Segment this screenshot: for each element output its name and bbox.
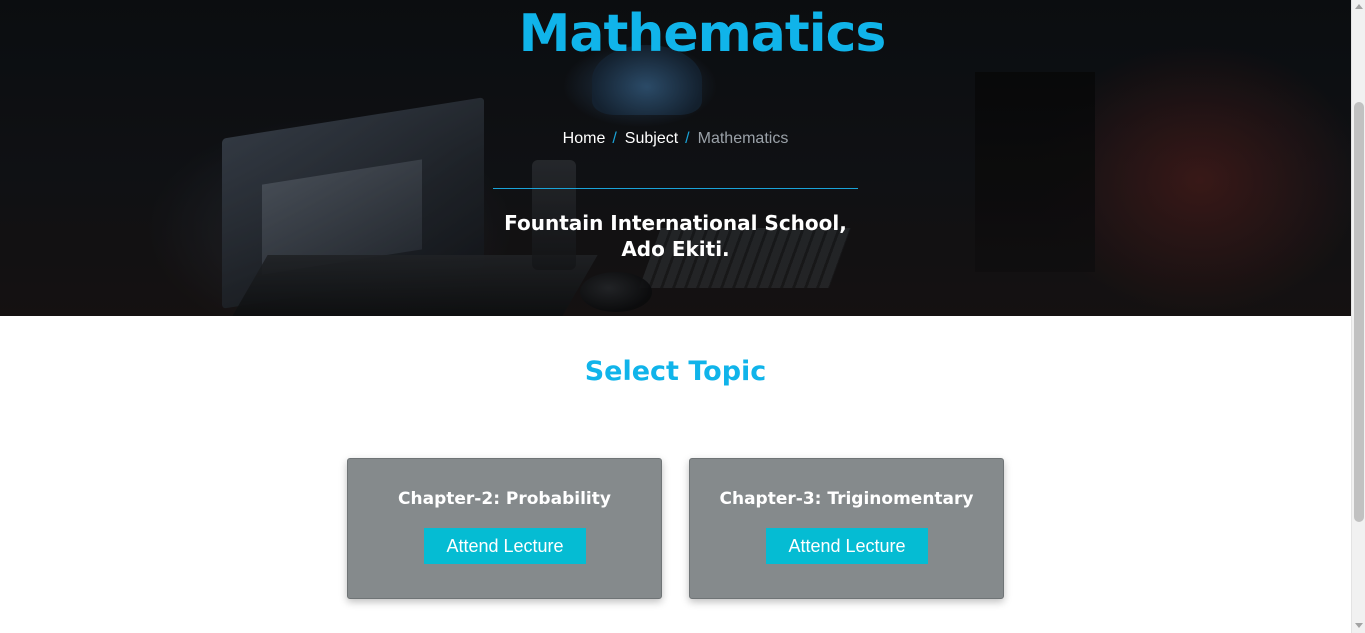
breadcrumb-home-link[interactable]: Home [563,130,606,147]
hero-divider [493,188,858,189]
school-name: Fountain International School, Ado Ekiti… [0,210,1351,262]
topic-card-title: Chapter-2: Probability [398,489,611,509]
topic-card: Chapter-2: Probability Attend Lecture [347,458,662,599]
breadcrumb-separator: / [612,130,617,147]
topic-card: Chapter-3: Triginomentary Attend Lecture [689,458,1004,599]
breadcrumb-separator: / [685,130,690,147]
attend-lecture-button[interactable]: Attend Lecture [424,528,586,564]
breadcrumb: Home / Subject / Mathematics [0,130,1351,148]
breadcrumb-subject-link[interactable]: Subject [625,130,678,147]
breadcrumb-current: Mathematics [697,130,789,147]
scroll-down-arrow-icon[interactable] [1355,623,1363,628]
page: Mathematics Home / Subject / Mathematics Fou… [0,0,1351,633]
school-name-line-1: Fountain International School, [504,211,847,235]
attend-lecture-button[interactable]: Attend Lecture [766,528,928,564]
vertical-scrollbar[interactable] [1351,0,1365,633]
school-name-line-2: Ado Ekiti. [621,237,730,261]
scrollbar-thumb[interactable] [1354,102,1364,522]
section-heading: Select Topic [584,356,767,387]
hero-banner: Mathematics Home / Subject / Mathematics Fou… [0,0,1351,316]
scroll-up-arrow-icon[interactable] [1355,4,1363,9]
topic-card-title: Chapter-3: Triginomentary [719,489,974,509]
page-title: Mathematics [518,4,887,64]
